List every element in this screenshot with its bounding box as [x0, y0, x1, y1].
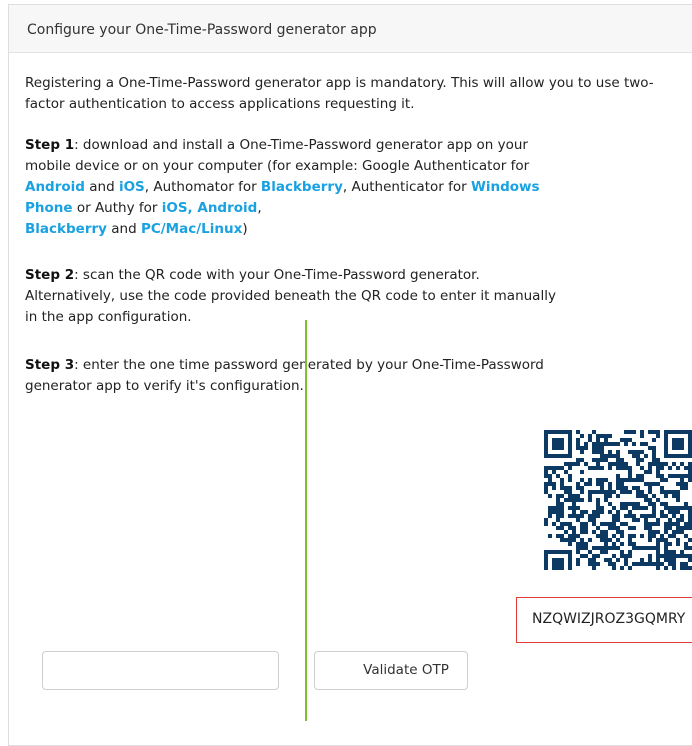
connector-text: , — [257, 200, 262, 216]
step-1-body: , Authomator for — [144, 179, 261, 195]
blackberry-link[interactable]: Blackberry — [261, 179, 343, 195]
authy-ios-android-link[interactable]: iOS, Android — [162, 200, 258, 216]
step-2-label: Step 2 — [25, 267, 75, 283]
step-1-body: , Authenticator for — [342, 179, 471, 195]
validate-otp-button[interactable]: Validate OTP — [314, 651, 468, 690]
connector-text: and — [106, 221, 141, 237]
otp-input[interactable] — [42, 651, 279, 690]
step-1-body: or Authy for — [72, 200, 162, 216]
step-3-body: : enter the one time password generated … — [25, 357, 544, 394]
authy-blackberry-link[interactable]: Blackberry — [25, 221, 107, 237]
step-1-body: : download and install a One-Time-Passwo… — [25, 137, 530, 174]
step-1-text: Step 1: download and install a One-Time-… — [25, 135, 565, 240]
step-1-label: Step 1 — [25, 137, 75, 153]
ios-link[interactable]: iOS — [119, 179, 145, 195]
step-3-label: Step 3 — [25, 357, 75, 373]
android-link[interactable]: Android — [25, 179, 85, 195]
step-3-text: Step 3: enter the one time password gene… — [25, 355, 565, 397]
intro-text: Registering a One-Time-Password generato… — [25, 75, 654, 112]
connector-text: and — [84, 179, 119, 195]
connector-text: ) — [242, 221, 248, 237]
pc-mac-linux-link[interactable]: PC/Mac/Linux — [141, 221, 242, 237]
step-2-text: Step 2: scan the QR code with your One-T… — [25, 265, 565, 328]
secret-code-field[interactable]: NZQWIZJROZ3GQMRY — [516, 597, 692, 643]
step-2-body: : scan the QR code with your One-Time-Pa… — [25, 267, 556, 325]
qr-code — [544, 430, 692, 570]
panel-title: Configure your One-Time-Password generat… — [9, 5, 692, 53]
vertical-guide-line — [305, 320, 307, 721]
